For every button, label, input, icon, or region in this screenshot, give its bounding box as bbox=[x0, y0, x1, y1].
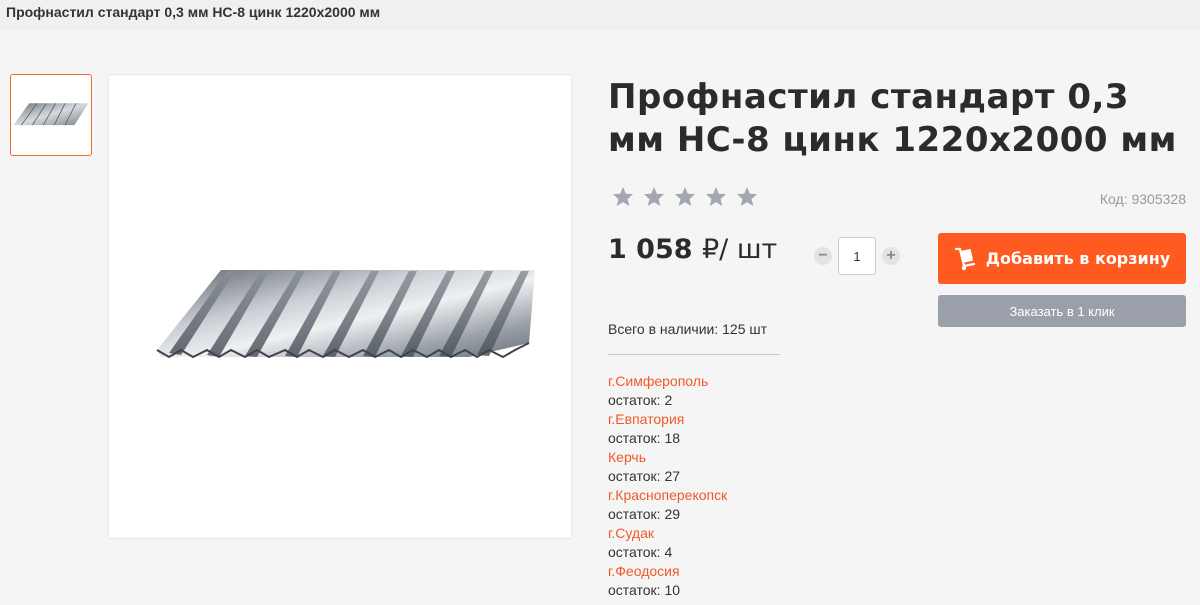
store-stock: остаток: 2 bbox=[608, 392, 673, 408]
store-link[interactable]: г.Судак bbox=[608, 524, 727, 543]
thumbnail-image bbox=[13, 103, 89, 126]
store-link[interactable]: г.Евпатория bbox=[608, 410, 727, 429]
rating-stars[interactable] bbox=[612, 186, 758, 206]
quantity-input[interactable] bbox=[838, 237, 876, 275]
star-icon[interactable] bbox=[643, 186, 665, 206]
one-click-order-button[interactable]: Заказать в 1 клик bbox=[938, 295, 1186, 327]
store-stock: остаток: 18 bbox=[608, 430, 681, 446]
divider bbox=[608, 354, 780, 355]
quantity-stepper[interactable]: − + bbox=[814, 237, 900, 275]
plus-icon[interactable]: + bbox=[882, 247, 900, 265]
cart-dolly-icon bbox=[954, 247, 975, 270]
page-header-title: Профнастил стандарт 0,3 мм НС-8 цинк 122… bbox=[6, 4, 381, 20]
product-title: Профнастил стандарт 0,3 мм НС-8 цинк 122… bbox=[608, 77, 1177, 160]
add-to-cart-button[interactable]: Добавить в корзину bbox=[938, 233, 1186, 284]
one-click-label: Заказать в 1 клик bbox=[1009, 303, 1115, 319]
price-unit: / шт bbox=[719, 234, 778, 265]
breadcrumb-bar: Профнастил стандарт 0,3 мм НС-8 цинк 122… bbox=[0, 0, 1200, 30]
star-icon[interactable] bbox=[612, 186, 634, 206]
star-icon[interactable] bbox=[736, 186, 758, 206]
product-main-image[interactable] bbox=[108, 74, 572, 539]
gallery-thumbnail[interactable] bbox=[10, 74, 92, 156]
store-link[interactable]: Керчь bbox=[608, 448, 727, 467]
corrugated-sheet-image bbox=[156, 270, 535, 359]
add-to-cart-label: Добавить в корзину bbox=[985, 249, 1171, 268]
star-icon[interactable] bbox=[705, 186, 727, 206]
product-sku: Код: 9305328 bbox=[1099, 191, 1186, 207]
price-amount: 1 058 bbox=[608, 234, 693, 265]
store-stock: остаток: 10 bbox=[608, 582, 681, 598]
price-currency: ₽ bbox=[701, 234, 720, 265]
store-link[interactable]: г.Красноперекопск bbox=[608, 486, 727, 505]
store-stock: остаток: 29 bbox=[608, 506, 681, 522]
store-availability-list: г.Симферополь остаток: 2 г.Евпатория ост… bbox=[608, 372, 727, 600]
store-stock: остаток: 4 bbox=[608, 544, 673, 560]
store-stock: остаток: 27 bbox=[608, 468, 681, 484]
star-icon[interactable] bbox=[674, 186, 696, 206]
minus-icon[interactable]: − bbox=[814, 247, 832, 265]
stock-total: Всего в наличии: 125 шт bbox=[608, 321, 768, 337]
store-link[interactable]: г.Симферополь bbox=[608, 372, 727, 391]
product-price: 1 058 ₽/ шт bbox=[608, 234, 777, 265]
store-link[interactable]: г.Феодосия bbox=[608, 562, 727, 581]
